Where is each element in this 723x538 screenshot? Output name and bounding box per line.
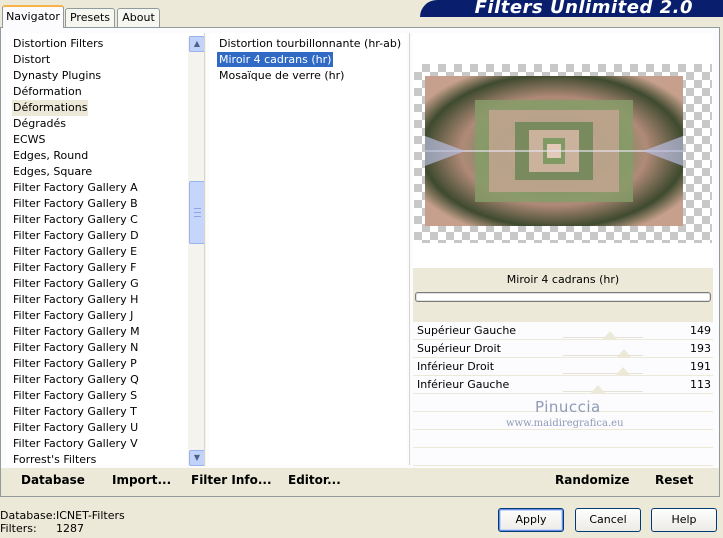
parameter-value: 149 xyxy=(690,324,711,337)
chevron-up-icon: ▲ xyxy=(193,39,201,48)
database-label: Database: xyxy=(0,509,57,522)
category-item[interactable]: Filter Factory Gallery C xyxy=(12,212,139,228)
filter-list[interactable]: Distortion tourbillonnante (hr-ab) Miroir… xyxy=(209,33,407,465)
parameter-value: 191 xyxy=(690,360,711,373)
slider-thumb[interactable] xyxy=(601,331,618,340)
filter-info-button[interactable]: Filter Info... xyxy=(191,473,272,487)
tab-presets[interactable]: Presets xyxy=(65,8,115,27)
category-item[interactable]: Déformations xyxy=(12,100,89,116)
category-item[interactable]: Filter Factory Gallery A xyxy=(12,180,139,196)
tab-about[interactable]: About xyxy=(117,8,160,27)
category-item[interactable]: Filter Factory Gallery G xyxy=(12,276,140,292)
parameter-row[interactable]: Inférieur Gauche 113 xyxy=(413,376,713,394)
category-item[interactable]: Dynasty Plugins xyxy=(12,68,102,84)
database-value: ICNET-Filters xyxy=(56,509,125,522)
cancel-button[interactable]: Cancel xyxy=(575,508,641,532)
reset-button[interactable]: Reset xyxy=(655,473,693,487)
category-item[interactable]: Edges, Square xyxy=(12,164,93,180)
scroll-down-button[interactable]: ▼ xyxy=(189,450,205,466)
editor-button[interactable]: Editor... xyxy=(288,473,341,487)
filter-name-label: Miroir 4 cadrans (hr) xyxy=(506,273,620,286)
tab-strip: Navigator Presets About xyxy=(0,0,420,28)
tab-navigator[interactable]: Navigator xyxy=(2,5,64,28)
database-button[interactable]: Database xyxy=(21,473,85,487)
preview-image xyxy=(414,64,712,243)
empty-parameter-row xyxy=(413,430,713,448)
slider-thumb[interactable] xyxy=(614,367,631,376)
grip-icon xyxy=(194,208,201,217)
scroll-up-button[interactable]: ▲ xyxy=(189,36,205,52)
divider xyxy=(409,33,410,465)
parameter-row[interactable]: Inférieur Droit 191 xyxy=(413,358,713,376)
parameter-area: Miroir 4 cadrans (hr) Inférieur Gauche 11… xyxy=(413,268,713,466)
watermark-name: Pinuccia xyxy=(535,398,601,416)
filter-item[interactable]: Mosaïque de verre (hr) xyxy=(217,68,346,83)
filter-item[interactable]: Distortion tourbillonnante (hr-ab) xyxy=(217,36,403,51)
filter-item[interactable]: Miroir 4 cadrans (hr) xyxy=(217,52,334,67)
empty-parameter-row xyxy=(413,448,713,466)
progress-bar xyxy=(415,292,711,302)
category-item[interactable]: Filter Factory Gallery T xyxy=(12,404,138,420)
navigator-panel: ▲ ▼ Distortion Filters Distort Dynasty Plu… xyxy=(0,27,720,497)
category-item[interactable]: Filter Factory Gallery N xyxy=(12,340,139,356)
parameter-row[interactable]: Supérieur Droit 193 xyxy=(413,340,713,358)
parameter-label: Inférieur Gauche xyxy=(417,378,510,391)
parameter-value: 193 xyxy=(690,342,711,355)
category-item[interactable]: Filter Factory Gallery Q xyxy=(12,372,140,388)
category-item[interactable]: Filter Factory Gallery H xyxy=(12,292,139,308)
parameter-label: Supérieur Gauche xyxy=(417,324,517,337)
parameter-label: Inférieur Droit xyxy=(417,360,495,373)
category-item[interactable]: Filter Factory Gallery U xyxy=(12,420,139,436)
category-item[interactable]: Edges, Round xyxy=(12,148,89,164)
filters-count-value: 1287 xyxy=(56,522,84,535)
category-item[interactable]: Distortion Filters xyxy=(12,36,104,52)
import-button[interactable]: Import... xyxy=(112,473,171,487)
category-item[interactable]: Filter Factory Gallery M xyxy=(12,324,141,340)
category-item[interactable]: Filter Factory Gallery S xyxy=(12,388,138,404)
category-item[interactable]: Déformation xyxy=(12,84,83,100)
apply-button[interactable]: Apply xyxy=(498,508,564,532)
category-item[interactable]: Filter Factory Gallery F xyxy=(12,260,137,276)
category-item[interactable]: Dégradés xyxy=(12,116,67,132)
watermark-url: www.maidiregrafica.eu xyxy=(506,418,624,429)
slider-thumb[interactable] xyxy=(615,349,632,358)
filters-count-label: Filters: xyxy=(0,522,37,535)
parameter-value: 113 xyxy=(690,378,711,391)
scroll-thumb[interactable] xyxy=(189,181,205,244)
app-title: Filters Unlimited 2.0 xyxy=(474,0,693,17)
category-item[interactable]: Filter Factory Gallery B xyxy=(12,196,139,212)
app-banner: Filters Unlimited 2.0 xyxy=(420,0,723,17)
slider-thumb[interactable] xyxy=(590,385,607,394)
preview-thumbnail xyxy=(425,76,683,226)
parameter-label: Supérieur Droit xyxy=(417,342,501,355)
category-item[interactable]: Filter Factory Gallery V xyxy=(12,436,139,452)
category-item[interactable]: Filter Factory Gallery D xyxy=(12,228,140,244)
slider-track[interactable] xyxy=(563,373,643,374)
category-item[interactable]: Forrest's Filters xyxy=(12,452,97,468)
category-list[interactable]: ▲ ▼ Distortion Filters Distort Dynasty Plu… xyxy=(6,33,206,468)
category-item[interactable]: Filter Factory Gallery E xyxy=(12,244,138,260)
category-item[interactable]: Filter Factory Gallery J xyxy=(12,308,134,324)
parameter-row[interactable]: Supérieur Gauche 149 xyxy=(413,322,713,340)
chevron-down-icon: ▼ xyxy=(193,453,201,462)
help-button[interactable]: Help xyxy=(651,508,717,532)
preview-area xyxy=(413,33,713,268)
randomize-button[interactable]: Randomize xyxy=(555,473,629,487)
category-item[interactable]: Filter Factory Gallery P xyxy=(12,356,138,372)
divider xyxy=(204,33,205,465)
parameter-list: Inférieur Gauche 113 Inférieur Droit 191 Sup… xyxy=(413,322,713,466)
category-item[interactable]: Distort xyxy=(12,52,51,68)
category-item[interactable]: ECWS xyxy=(12,132,47,148)
bottom-toolbar: Database Import... Filter Info... Editor… xyxy=(1,468,719,496)
